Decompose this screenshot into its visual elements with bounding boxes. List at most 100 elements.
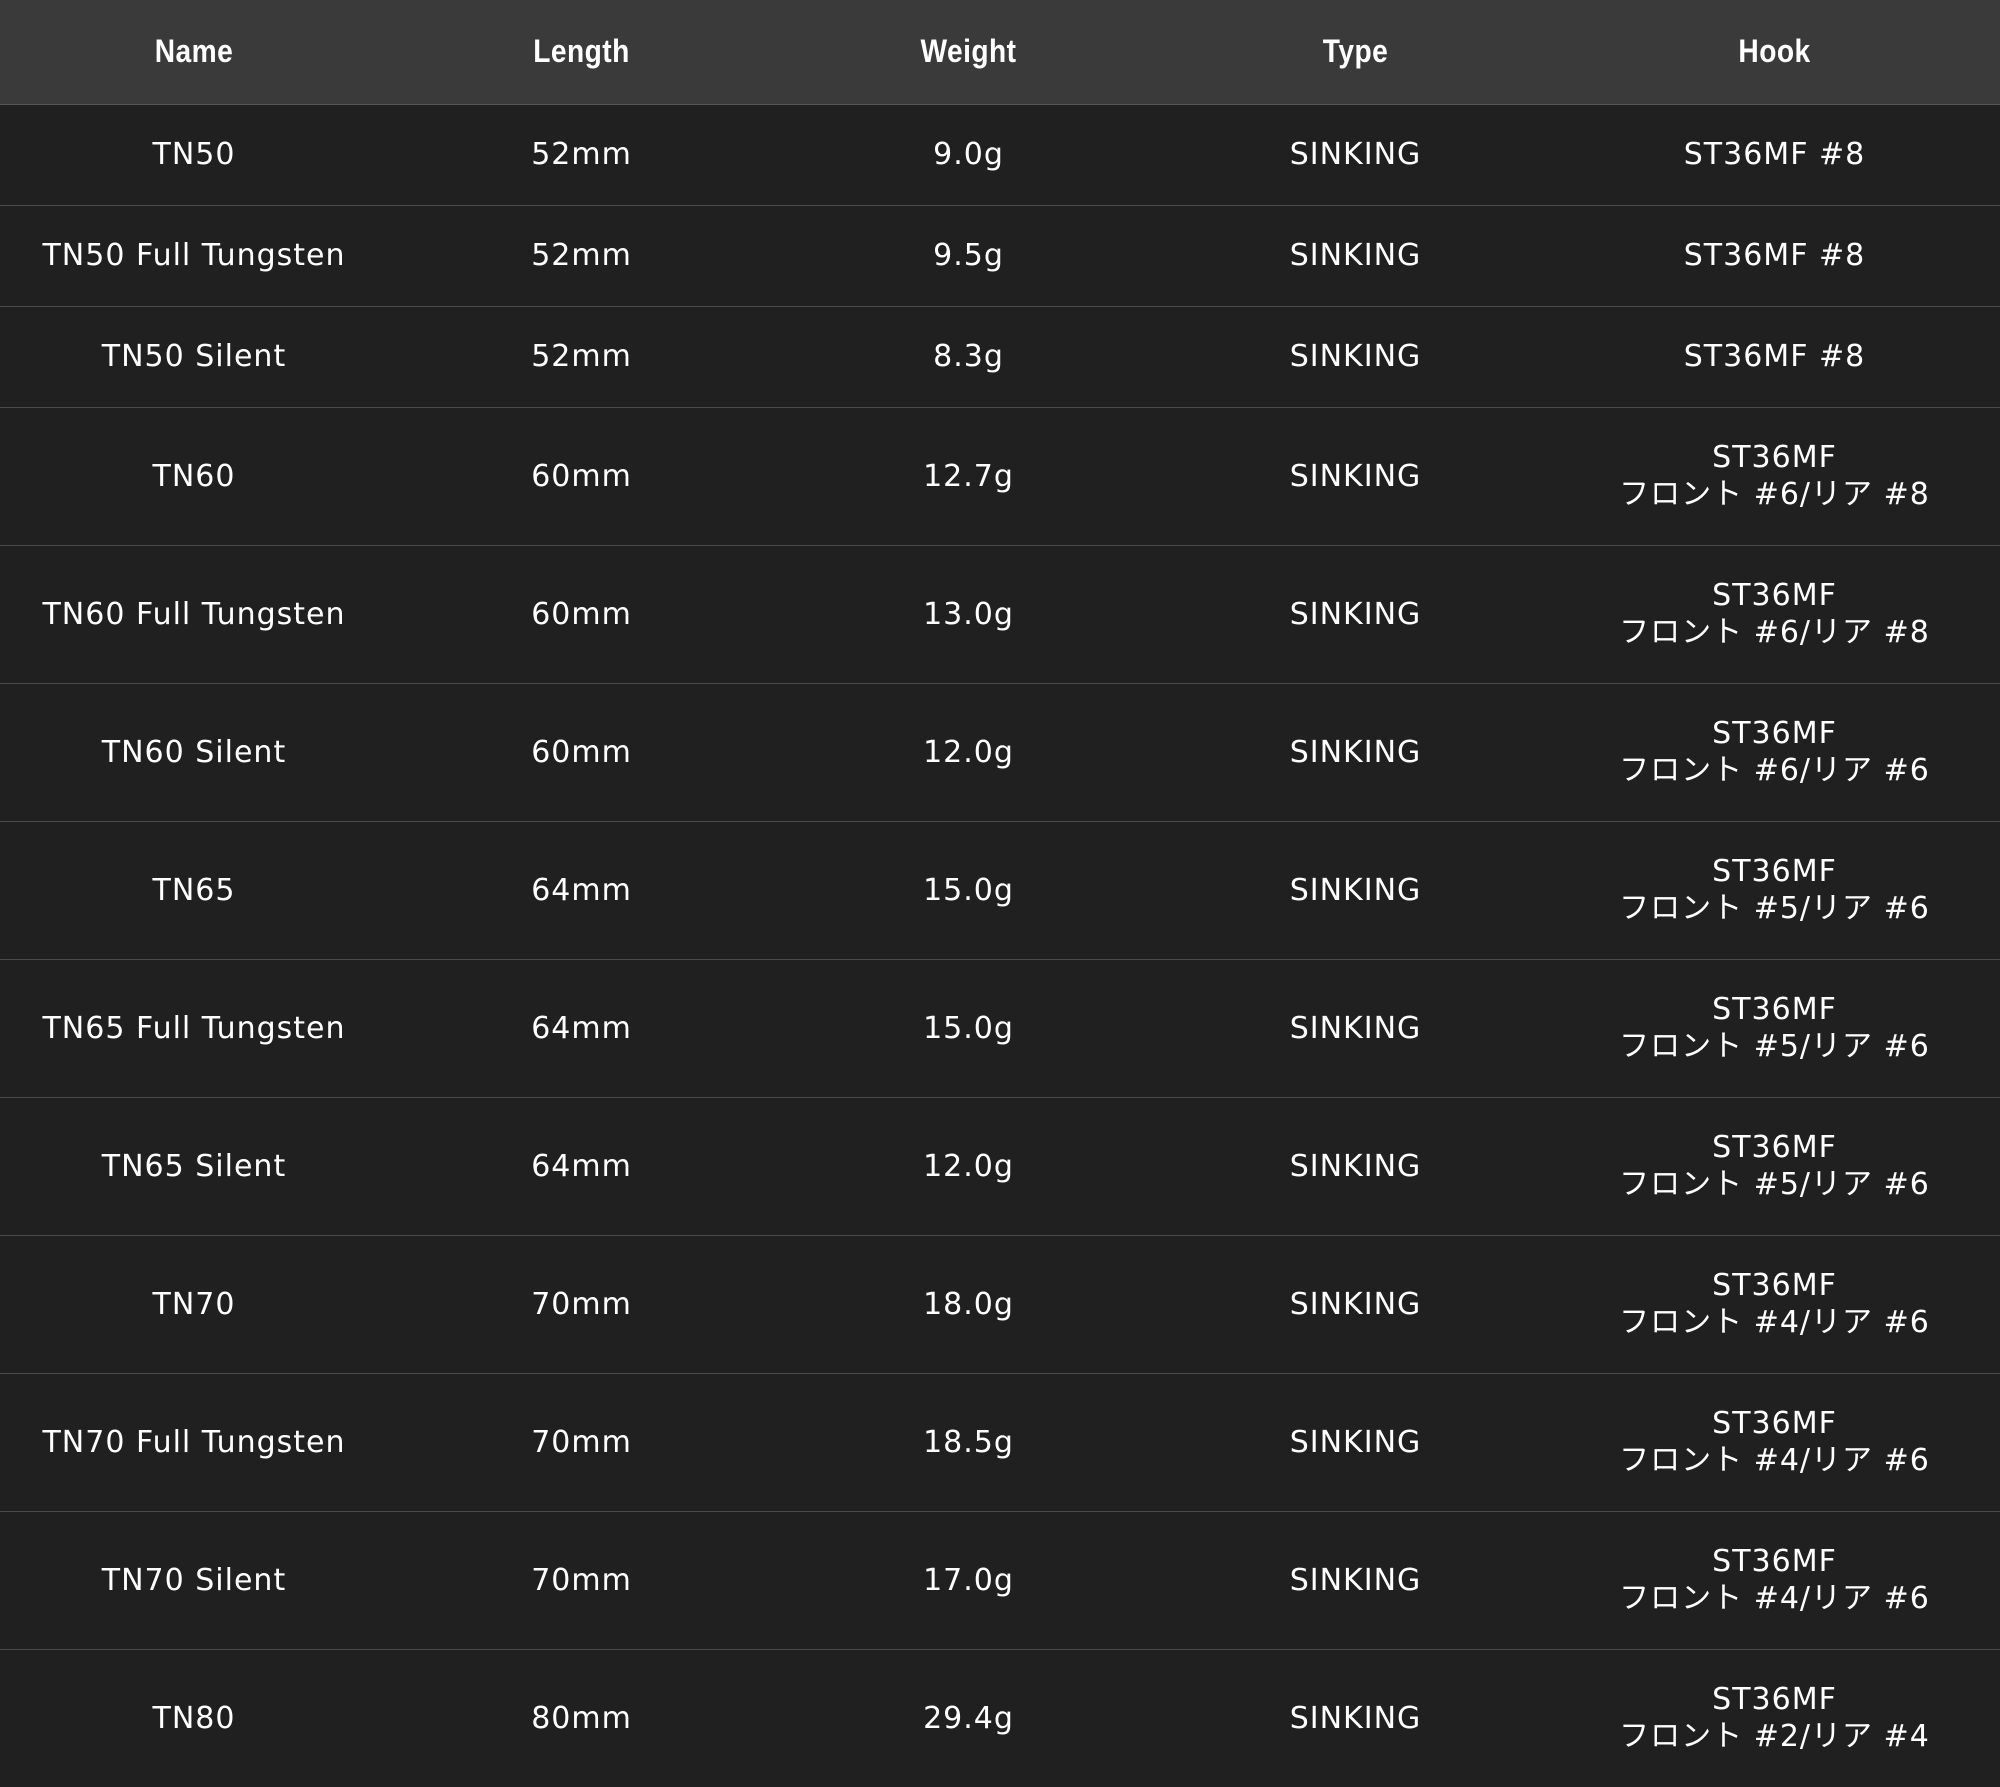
cell-name: TN70 Silent: [0, 1511, 388, 1650]
cell-weight: 12.0g: [775, 1097, 1162, 1236]
cell-weight: 9.5g: [775, 205, 1162, 307]
cell-weight: 18.0g: [775, 1235, 1162, 1374]
spec-table: Name Length Weight Type Hook TN50 52mm 9.0…: [0, 0, 2000, 1787]
cell-type: SINKING: [1162, 1373, 1549, 1512]
cell-weight: 15.0g: [775, 959, 1162, 1098]
cell-type: SINKING: [1162, 306, 1549, 408]
cell-weight: 18.5g: [775, 1373, 1162, 1512]
cell-name: TN60 Full Tungsten: [0, 545, 388, 684]
cell-name: TN50 Full Tungsten: [0, 205, 388, 307]
cell-name: TN65: [0, 821, 388, 960]
header-name: Name: [23, 0, 365, 105]
table-row: TN65 Silent 64mm 12.0g SINKING ST36MF フロント #5…: [0, 1097, 2000, 1236]
hook-line: ST36MF: [1712, 1268, 1837, 1303]
cell-hook: ST36MF #8: [1549, 205, 2000, 307]
hook-line: ST36MF: [1712, 578, 1837, 613]
table-body: TN50 52mm 9.0g SINKING ST36MF #8 TN50 Full Tu…: [0, 104, 2000, 1787]
hook-line: フロント #6/リア #8: [1619, 477, 1930, 512]
cell-name: TN80: [152, 1700, 236, 1736]
cell-hook: ST36MF フロント #2/リア #4: [1549, 1649, 2000, 1787]
cell-weight: 12.0g: [775, 683, 1162, 822]
cell-type: SINKING: [1162, 683, 1549, 822]
table-row: TN60 Full Tungsten 60mm 13.0g SINKING ST36MF…: [0, 545, 2000, 684]
table-header: Name Length Weight Type Hook: [0, 0, 2000, 105]
cell-name: TN50: [0, 104, 388, 206]
cell-length: 80mm: [531, 1700, 632, 1736]
cell-type: SINKING: [1162, 104, 1549, 206]
cell-weight: 13.0g: [775, 545, 1162, 684]
header-type: Type: [1185, 0, 1526, 105]
cell-weight: 8.3g: [775, 306, 1162, 408]
table-row: TN70 Full Tungsten 70mm 18.5g SINKING ST36MF…: [0, 1373, 2000, 1512]
hook-line: ST36MF: [1712, 716, 1837, 751]
table-row: TN50 Silent 52mm 8.3g SINKING ST36MF #8: [0, 306, 2000, 408]
cell-type: SINKING: [1162, 205, 1549, 307]
cell-length: 60mm: [388, 683, 775, 822]
cell-type: SINKING: [1162, 1511, 1549, 1650]
cell-length: 60mm: [388, 407, 775, 546]
header-weight: Weight: [798, 0, 1139, 105]
hook-line: ST36MF: [1712, 854, 1837, 889]
cell-name: TN50 Silent: [0, 306, 388, 408]
cell-weight: 15.0g: [775, 821, 1162, 960]
cell-hook: ST36MF フロント #6/リア #8: [1549, 407, 2000, 546]
cell-hook: ST36MF フロント #4/リア #6: [1549, 1235, 2000, 1374]
hook-line: ST36MF #8: [1683, 238, 1866, 273]
cell-type: SINKING: [1162, 1235, 1549, 1374]
hook-line: フロント #4/リア #6: [1619, 1443, 1930, 1478]
cell-hook: ST36MF フロント #6/リア #8: [1549, 545, 2000, 684]
cell-length: 64mm: [388, 1097, 775, 1236]
cell-length: 70mm: [388, 1235, 775, 1374]
hook-line: ST36MF: [1712, 1682, 1837, 1718]
table-row: TN65 64mm 15.0g SINKING ST36MF フロント #5/リア #6: [0, 821, 2000, 960]
table-row: TN80 80mm 29.4g SINKING ST36MF フロント #2/リア #4: [0, 1649, 2000, 1787]
hook-line: ST36MF: [1712, 1130, 1837, 1165]
cell-weight: 29.4g: [923, 1700, 1014, 1736]
hook-line: フロント #4/リア #6: [1619, 1305, 1930, 1340]
hook-line: フロント #6/リア #8: [1619, 615, 1930, 650]
cell-name: TN60: [0, 407, 388, 546]
cell-hook: ST36MF フロント #4/リア #6: [1549, 1373, 2000, 1512]
hook-line: フロント #2/リア #4: [1619, 1719, 1930, 1755]
cell-name: TN70: [0, 1235, 388, 1374]
table-row: TN65 Full Tungsten 64mm 15.0g SINKING ST36MF…: [0, 959, 2000, 1098]
cell-name: TN65 Full Tungsten: [0, 959, 388, 1098]
cell-hook: ST36MF フロント #6/リア #6: [1549, 683, 2000, 822]
hook-line: フロント #4/リア #6: [1619, 1581, 1930, 1616]
hook-line: ST36MF: [1712, 1406, 1837, 1441]
header-length: Length: [411, 0, 752, 105]
cell-weight: 17.0g: [775, 1511, 1162, 1650]
hook-line: ST36MF: [1712, 992, 1837, 1027]
cell-name: TN70 Full Tungsten: [0, 1373, 388, 1512]
cell-name: TN60 Silent: [0, 683, 388, 822]
cell-hook: ST36MF #8: [1549, 306, 2000, 408]
cell-length: 70mm: [388, 1373, 775, 1512]
cell-hook: ST36MF フロント #5/リア #6: [1549, 1097, 2000, 1236]
header-row: Name Length Weight Type Hook: [0, 0, 2000, 105]
hook-line: ST36MF #8: [1683, 137, 1866, 172]
cell-weight: 9.0g: [775, 104, 1162, 206]
cell-type: SINKING: [1289, 1700, 1422, 1736]
table-row: TN60 Silent 60mm 12.0g SINKING ST36MF フロント #6…: [0, 683, 2000, 822]
table-row: TN50 52mm 9.0g SINKING ST36MF #8: [0, 104, 2000, 206]
cell-length: 60mm: [388, 545, 775, 684]
table-row: TN70 70mm 18.0g SINKING ST36MF フロント #4/リア #6: [0, 1235, 2000, 1374]
cell-length: 52mm: [388, 104, 775, 206]
cell-hook: ST36MF フロント #5/リア #6: [1549, 821, 2000, 960]
cell-length: 52mm: [388, 205, 775, 307]
table-row: TN70 Silent 70mm 17.0g SINKING ST36MF フロント #4…: [0, 1511, 2000, 1650]
header-hook: Hook: [1576, 0, 1973, 105]
cell-type: SINKING: [1162, 1097, 1549, 1236]
cell-length: 64mm: [388, 959, 775, 1098]
hook-line: ST36MF: [1712, 1544, 1837, 1579]
table-row: TN50 Full Tungsten 52mm 9.5g SINKING ST36MF …: [0, 205, 2000, 307]
cell-type: SINKING: [1162, 545, 1549, 684]
cell-type: SINKING: [1162, 821, 1549, 960]
cell-type: SINKING: [1162, 959, 1549, 1098]
cell-hook: ST36MF フロント #5/リア #6: [1549, 959, 2000, 1098]
hook-line: フロント #5/リア #6: [1619, 891, 1930, 926]
cell-hook: ST36MF フロント #4/リア #6: [1549, 1511, 2000, 1650]
hook-line: ST36MF: [1712, 440, 1837, 475]
hook-line: フロント #6/リア #6: [1619, 753, 1930, 788]
hook-line: フロント #5/リア #6: [1619, 1167, 1930, 1202]
